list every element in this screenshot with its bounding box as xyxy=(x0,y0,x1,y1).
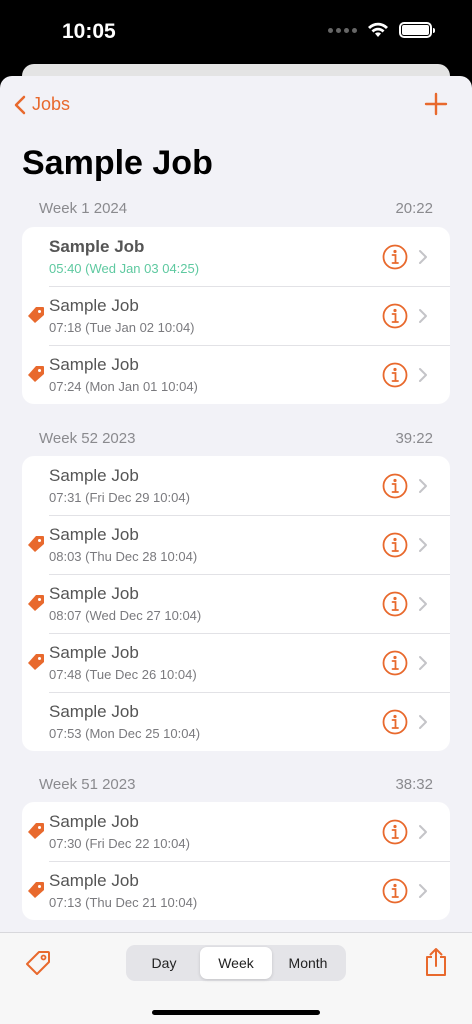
tag-icon[interactable] xyxy=(24,949,52,977)
entries-card: Sample Job 07:31 (Fri Dec 29 10:04) Sample… xyxy=(22,456,450,751)
info-icon[interactable] xyxy=(382,591,408,617)
info-icon[interactable] xyxy=(382,819,408,845)
tag-icon xyxy=(28,823,44,839)
status-icons xyxy=(328,22,435,38)
info-icon[interactable] xyxy=(382,709,408,735)
chevron-right-icon xyxy=(419,368,427,382)
entry-title: Sample Job xyxy=(49,525,139,544)
list-item[interactable]: Sample Job 07:48 (Tue Dec 26 10:04) xyxy=(22,633,450,692)
status-time: 10:05 xyxy=(62,20,116,43)
section-total: 20:22 xyxy=(395,200,433,217)
entry-title: Sample Job xyxy=(49,702,139,721)
tag-icon xyxy=(28,654,44,670)
entry-duration: 07:31 (Fri Dec 29 10:04) xyxy=(49,490,190,505)
segment-day[interactable]: Day xyxy=(128,947,200,979)
signal-icon xyxy=(328,27,357,33)
section-total: 38:32 xyxy=(395,776,433,793)
page-title: Sample Job xyxy=(22,144,213,182)
entry-duration: 08:03 (Thu Dec 28 10:04) xyxy=(49,549,198,564)
tag-icon xyxy=(28,307,44,323)
chevron-right-icon xyxy=(419,825,427,839)
entries-card: Sample Job 07:30 (Fri Dec 22 10:04) Sample… xyxy=(22,802,450,920)
entry-duration: 07:24 (Mon Jan 01 10:04) xyxy=(49,379,198,394)
entries-card: Sample Job 05:40 (Wed Jan 03 04:25) Sample… xyxy=(22,227,450,404)
chevron-right-icon xyxy=(419,479,427,493)
home-indicator xyxy=(152,1010,320,1015)
entry-title: Sample Job xyxy=(49,237,145,256)
tag-icon xyxy=(28,882,44,898)
chevron-left-icon xyxy=(14,95,26,114)
list-item[interactable]: Sample Job 07:31 (Fri Dec 29 10:04) xyxy=(22,456,450,515)
chevron-right-icon xyxy=(419,250,427,264)
entry-duration: 08:07 (Wed Dec 27 10:04) xyxy=(49,608,202,623)
wifi-icon xyxy=(368,22,388,37)
entry-duration: 07:53 (Mon Dec 25 10:04) xyxy=(49,726,201,741)
add-icon[interactable] xyxy=(422,90,450,118)
entry-duration: 07:18 (Tue Jan 02 10:04) xyxy=(49,320,195,335)
entry-title: Sample Job xyxy=(49,296,139,315)
info-icon[interactable] xyxy=(382,532,408,558)
list-item[interactable]: Sample Job 08:07 (Wed Dec 27 10:04) xyxy=(22,574,450,633)
list-item[interactable]: Sample Job 08:03 (Thu Dec 28 10:04) xyxy=(22,515,450,574)
chevron-right-icon xyxy=(419,538,427,552)
tag-icon xyxy=(28,536,44,552)
entry-title: Sample Job xyxy=(49,584,139,603)
chevron-right-icon xyxy=(419,309,427,323)
tag-icon xyxy=(28,366,44,382)
section-header: Week 51 2023 38:32 xyxy=(39,776,433,793)
info-icon[interactable] xyxy=(382,244,408,270)
list-item[interactable]: Sample Job 05:40 (Wed Jan 03 04:25) xyxy=(22,227,450,286)
info-icon[interactable] xyxy=(382,303,408,329)
entry-title: Sample Job xyxy=(49,355,139,374)
chevron-right-icon xyxy=(419,656,427,670)
chevron-right-icon xyxy=(419,884,427,898)
entry-title: Sample Job xyxy=(49,812,139,831)
chevron-right-icon xyxy=(419,597,427,611)
battery-icon xyxy=(399,22,435,38)
entry-title: Sample Job xyxy=(49,871,139,890)
list-item[interactable]: Sample Job 07:13 (Thu Dec 21 10:04) xyxy=(22,861,450,920)
list-item[interactable]: Sample Job 07:30 (Fri Dec 22 10:04) xyxy=(22,802,450,861)
entry-title: Sample Job xyxy=(49,643,139,662)
list-item[interactable]: Sample Job 07:24 (Mon Jan 01 10:04) xyxy=(22,345,450,404)
entry-title: Sample Job xyxy=(49,466,139,485)
entry-duration: 05:40 (Wed Jan 03 04:25) xyxy=(49,261,200,276)
tag-icon xyxy=(28,595,44,611)
info-icon[interactable] xyxy=(382,362,408,388)
navigation-bar: Jobs xyxy=(0,76,472,136)
info-icon[interactable] xyxy=(382,878,408,904)
list-item[interactable]: Sample Job 07:53 (Mon Dec 25 10:04) xyxy=(22,692,450,751)
entry-duration: 07:30 (Fri Dec 22 10:04) xyxy=(49,836,190,851)
back-label: Jobs xyxy=(32,94,71,114)
back-button[interactable]: Jobs xyxy=(14,94,70,115)
job-sheet: Jobs Sample Job Week 1 2024 20:22 Sample J… xyxy=(0,76,472,1024)
info-icon[interactable] xyxy=(382,473,408,499)
period-segmented-control: Day Week Month xyxy=(126,945,346,981)
section-header: Week 1 2024 20:22 xyxy=(39,200,433,217)
entry-duration: 07:13 (Thu Dec 21 10:04) xyxy=(49,895,198,910)
section-header: Week 52 2023 39:22 xyxy=(39,430,433,447)
section-title: Week 1 2024 xyxy=(39,200,128,217)
share-icon[interactable] xyxy=(424,947,448,977)
section-title: Week 52 2023 xyxy=(39,430,136,447)
section-total: 39:22 xyxy=(395,430,433,447)
entry-duration: 07:48 (Tue Dec 26 10:04) xyxy=(49,667,197,682)
chevron-right-icon xyxy=(419,715,427,729)
info-icon[interactable] xyxy=(382,650,408,676)
list-item[interactable]: Sample Job 07:18 (Tue Jan 02 10:04) xyxy=(22,286,450,345)
segment-week[interactable]: Week xyxy=(200,947,272,979)
status-bar: 10:05 xyxy=(0,0,472,62)
segment-month[interactable]: Month xyxy=(272,947,344,979)
section-title: Week 51 2023 xyxy=(39,776,136,793)
